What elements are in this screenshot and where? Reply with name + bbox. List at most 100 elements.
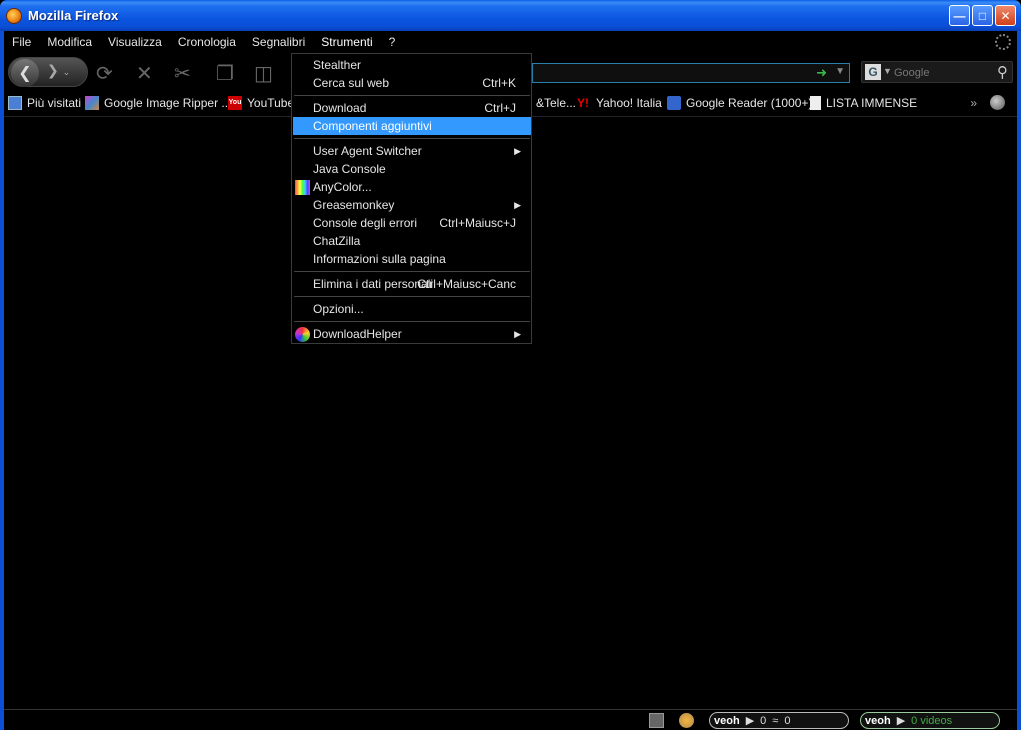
most-visited-icon [8,96,22,110]
submenu-arrow-icon: ▶ [514,199,521,210]
go-arrow-icon[interactable]: ➜ [816,65,827,81]
youtube-icon: You [228,96,242,110]
bookmark-label: LISTA IMMENSE [826,96,918,110]
menuitem-label: Greasemonkey [313,198,395,212]
menu-separator [294,321,530,322]
menuitem-console-errori[interactable]: Console degli errori Ctrl+Maiusc+J [293,214,531,232]
menuitem-label: Console degli errori [313,216,418,230]
engine-dropdown-icon[interactable]: ▼ [883,66,892,76]
menuitem-componenti-aggiuntivi[interactable]: Componenti aggiuntivi [293,117,531,135]
menu-strumenti[interactable]: Strumenti [313,35,380,49]
bookmark-tele[interactable]: &Tele... [536,96,576,110]
submenu-arrow-icon: ▶ [514,328,521,339]
anycolor-icon [295,180,310,195]
menuitem-download[interactable]: Download Ctrl+J [293,99,531,117]
bookmark-label: Yahoo! Italia [596,96,662,110]
menuitem-elimina-dati[interactable]: Elimina i dati personali Ctrl+Maiusc+Can… [293,275,531,293]
stop-icon[interactable]: ✕ [136,61,153,86]
menuitem-label: User Agent Switcher [313,144,422,158]
menuitem-label: DownloadHelper [313,327,402,341]
bookmark-label: Google Reader (1000+) [686,96,813,110]
veoh-videos-label: 0 videos [911,714,953,727]
bookmark-yahoo[interactable]: Y! Yahoo! Italia [577,96,662,110]
menu-segnalibri[interactable]: Segnalibri [244,35,313,49]
menu-cronologia[interactable]: Cronologia [170,35,244,49]
menuitem-label: Stealther [313,58,362,72]
search-magnifier-icon[interactable]: ⚲ [997,63,1008,81]
menu-help[interactable]: ? [381,35,404,49]
status-bar: veoh ▶ 0 ≈ 0 veoh ▶ 0 videos [4,709,1017,730]
menuitem-shortcut: Ctrl+Maiusc+Canc [417,277,516,291]
menuitem-label: Informazioni sulla pagina [313,252,446,266]
bookmark-lista-immense[interactable]: LISTA IMMENSE [810,96,917,110]
menuitem-shortcut: Ctrl+Maiusc+J [439,216,516,230]
menuitem-stealther[interactable]: Stealther [293,56,531,74]
play-icon: ▶ [745,715,755,727]
menuitem-greasemonkey[interactable]: Greasemonkey ▶ [293,196,531,214]
menuitem-label: Elimina i dati personali [313,277,434,291]
back-button[interactable]: ❮ [11,59,39,87]
menuitem-anycolor[interactable]: AnyColor... [293,178,531,196]
forward-button[interactable]: ❯ ⌄ [47,62,70,79]
window-frame-right [1017,31,1021,730]
bookmark-youtube[interactable]: You YouTube [228,96,294,110]
menuitem-downloadhelper[interactable]: DownloadHelper ▶ [293,325,531,343]
maximize-button[interactable]: □ [972,5,993,26]
veoh-logo: veoh [865,714,891,727]
menuitem-label: Download [313,101,367,115]
firefox-icon [6,7,22,24]
menu-separator [294,95,530,96]
google-engine-icon[interactable]: G [865,64,881,80]
menuitem-cerca-sul-web[interactable]: Cerca sul web Ctrl+K [293,74,531,92]
monkey-icon[interactable] [679,713,694,728]
menuitem-informazioni-pagina[interactable]: Informazioni sulla pagina [293,250,531,268]
menu-separator [294,296,530,297]
window-controls: — □ ✕ [949,5,1016,26]
menuitem-user-agent-switcher[interactable]: User Agent Switcher ▶ [293,142,531,160]
veoh-count: 0 [760,714,767,727]
cut-icon[interactable]: ✂ [174,61,191,86]
url-bar[interactable]: ➜ ▼ [532,63,850,83]
title-bar: Mozilla Firefox — □ ✕ [0,0,1021,31]
page-list-icon[interactable] [649,713,664,728]
url-dropdown-icon[interactable]: ▼ [835,66,845,77]
menu-separator [294,271,530,272]
menuitem-label: Java Console [313,162,386,176]
search-input[interactable] [894,65,990,80]
bookmark-most-visited[interactable]: Più visitati [8,96,81,110]
tools-menu-dropdown: Stealther Cerca sul web Ctrl+K Download … [291,53,532,344]
veoh-widget-1[interactable]: veoh ▶ 0 ≈ 0 [709,712,849,729]
menu-bar: File Modifica Visualizza Cronologia Segn… [4,31,1017,53]
menuitem-label: Opzioni... [313,302,364,316]
reload-icon[interactable]: ⟳ [96,61,113,86]
menu-file[interactable]: File [4,35,39,49]
close-button[interactable]: ✕ [995,5,1016,26]
bookmarks-overflow-icon[interactable]: » [970,96,977,110]
menuitem-opzioni[interactable]: Opzioni... [293,300,531,318]
bookmark-google-reader[interactable]: Google Reader (1000+) [667,96,812,110]
bookmark-label: YouTube [247,96,295,110]
menu-modifica[interactable]: Modifica [39,35,100,49]
veoh-count: 0 [784,714,791,727]
menuitem-label: AnyColor... [313,180,372,194]
back-forward-group: ❮ ❯ ⌄ [8,57,88,87]
globe-icon[interactable] [990,95,1005,110]
bookmark-label: &Tele... [536,96,577,110]
veoh-widget-2[interactable]: veoh ▶ 0 videos [860,712,1000,729]
menuitem-shortcut: Ctrl+K [482,76,516,90]
menuitem-label: Cerca sul web [313,76,390,90]
menuitem-label: ChatZilla [313,234,361,248]
menuitem-java-console[interactable]: Java Console [293,160,531,178]
paste-icon[interactable]: ◫ [254,61,273,86]
bookmark-label: Più visitati [27,96,82,110]
menuitem-chatzilla[interactable]: ChatZilla [293,232,531,250]
yahoo-icon: Y! [577,96,589,110]
copy-icon[interactable]: ❐ [216,61,234,86]
bookmark-image-ripper[interactable]: Google Image Ripper ... [85,96,231,110]
veoh-logo: veoh [714,714,740,727]
minimize-button[interactable]: — [949,5,970,26]
menu-visualizza[interactable]: Visualizza [100,35,170,49]
search-bar: G ▼ ⚲ [861,61,1013,83]
bookmark-label: Google Image Ripper ... [104,96,232,110]
rss-icon [667,96,681,110]
